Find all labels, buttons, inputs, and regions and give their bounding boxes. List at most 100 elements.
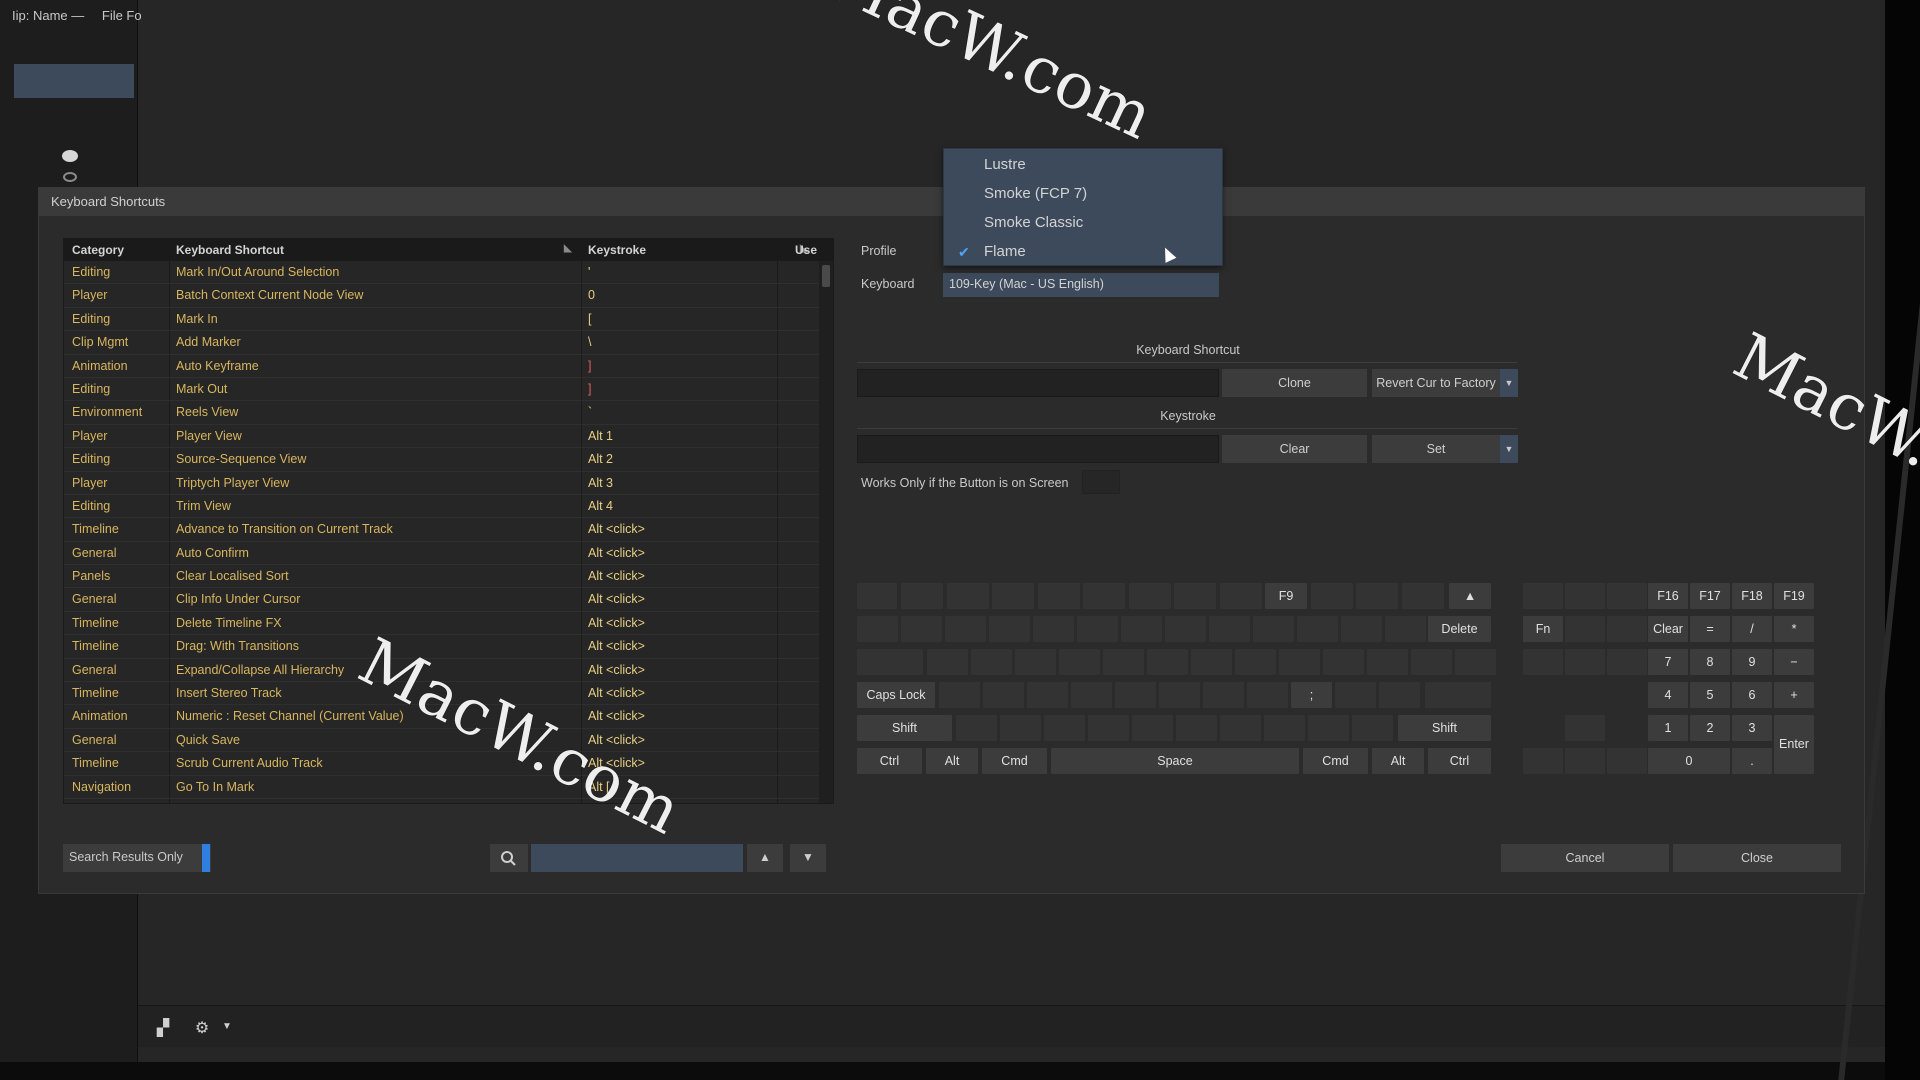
profile-option-smoke-classic[interactable]: Smoke Classic (984, 214, 1083, 231)
key-f10[interactable] (1310, 583, 1353, 609)
keyboard-key[interactable] (1323, 649, 1364, 675)
key-arrow[interactable] (1565, 748, 1605, 774)
keyboard-key[interactable] (1159, 682, 1200, 708)
search-previous-button[interactable]: ▲ (747, 844, 783, 872)
shortcut-field[interactable] (857, 369, 1219, 397)
key-numpad[interactable]: − (1774, 649, 1814, 675)
keyboard-key[interactable] (901, 616, 942, 642)
key-cmd-right[interactable]: Cmd (1303, 748, 1368, 774)
keyboard-key[interactable] (1191, 649, 1232, 675)
key-arrow[interactable] (1607, 748, 1647, 774)
clear-button[interactable]: Clear (1222, 435, 1367, 463)
set-dropdown[interactable]: ▼ (1500, 435, 1518, 463)
key-numpad[interactable]: 4 (1648, 682, 1688, 708)
table-row[interactable]: Timeline Delete Timeline FX Alt <click> (64, 612, 821, 636)
key-numpad[interactable]: + (1774, 682, 1814, 708)
key-shift-right[interactable]: Shift (1398, 715, 1491, 741)
keyboard-key[interactable] (1341, 616, 1382, 642)
key-f4[interactable] (1037, 583, 1080, 609)
revert-dropdown[interactable]: ▼ (1500, 369, 1518, 397)
keyboard-key[interactable] (1044, 715, 1085, 741)
keyboard-key[interactable] (1367, 649, 1408, 675)
key-f13[interactable] (1523, 583, 1563, 609)
key-f7[interactable] (1174, 583, 1216, 609)
key-numpad[interactable]: 5 (1690, 682, 1730, 708)
key-arrow[interactable] (1523, 748, 1563, 774)
key-numpad[interactable]: / (1732, 616, 1772, 642)
search-next-button[interactable]: ▼ (790, 844, 826, 872)
keyboard-key[interactable] (1132, 715, 1173, 741)
close-button[interactable]: Close (1673, 844, 1841, 872)
keyboard-key[interactable] (1264, 715, 1305, 741)
set-button[interactable]: Set (1372, 435, 1500, 463)
clip-thumbnail[interactable] (14, 64, 134, 98)
key-f12[interactable] (1401, 583, 1444, 609)
key-numpad[interactable]: 7 (1648, 649, 1688, 675)
key-f17[interactable]: F17 (1690, 583, 1730, 609)
keyboard-key[interactable] (1071, 682, 1112, 708)
profile-dropdown-menu[interactable]: Lustre Smoke (FCP 7) Smoke Classic ✔ Fla… (943, 148, 1223, 266)
column-header-use[interactable]: Use (795, 243, 817, 257)
column-header-shortcut[interactable]: Keyboard Shortcut (176, 243, 284, 257)
keyboard-key[interactable] (1379, 682, 1420, 708)
keyboard-key[interactable] (927, 649, 968, 675)
table-row[interactable]: Editing Trim View Alt 4 (64, 495, 821, 519)
key-f6[interactable] (1128, 583, 1171, 609)
revert-button[interactable]: Revert Cur to Factory (1372, 369, 1500, 397)
keyboard-key[interactable] (1253, 616, 1294, 642)
eye-icon[interactable] (62, 150, 78, 162)
key-shift-left[interactable]: Shift (857, 715, 952, 741)
search-button[interactable] (490, 844, 528, 872)
key-f19[interactable]: F19 (1774, 583, 1814, 609)
key-f3[interactable] (992, 583, 1034, 609)
key-f8[interactable] (1219, 583, 1262, 609)
table-row[interactable]: Editing Source-Sequence View Alt 2 (64, 448, 821, 472)
keyboard-key[interactable] (956, 715, 997, 741)
key-alt-right[interactable]: Alt (1372, 748, 1424, 774)
key-numpad[interactable]: 8 (1690, 649, 1730, 675)
keyboard-key[interactable] (1121, 616, 1162, 642)
keyboard-key[interactable] (1103, 649, 1144, 675)
cancel-button[interactable]: Cancel (1501, 844, 1669, 872)
keyboard-key[interactable] (945, 616, 986, 642)
gear-icon[interactable]: ⚙ (191, 1018, 213, 1037)
keyboard-key[interactable] (983, 682, 1024, 708)
scrollbar-thumb[interactable] (822, 265, 830, 287)
column-header-category[interactable]: Category (72, 243, 124, 257)
chevron-down-icon[interactable]: ▼ (216, 1021, 238, 1039)
key-numpad[interactable]: * (1774, 616, 1814, 642)
key-numpad[interactable]: 1 (1648, 715, 1688, 741)
search-results-only-toggle[interactable]: Search Results Only (63, 844, 211, 872)
key-ctrl-left[interactable]: Ctrl (857, 748, 922, 774)
key-tab[interactable] (857, 649, 923, 675)
keyboard-key[interactable] (1308, 715, 1349, 741)
key-numpad-dot[interactable]: . (1732, 748, 1772, 774)
keyboard-key[interactable] (1352, 715, 1393, 741)
keyboard-key[interactable] (989, 616, 1030, 642)
table-row[interactable]: Player Player View Alt 1 (64, 425, 821, 449)
profile-option-lustre[interactable]: Lustre (984, 156, 1026, 173)
table-row[interactable]: General Clip Info Under Cursor Alt <click> (64, 588, 821, 612)
keyboard-key[interactable] (1209, 616, 1250, 642)
table-row[interactable]: Animation Auto Keyframe] (64, 355, 821, 378)
keyboard-key[interactable] (1235, 649, 1276, 675)
key-caps-lock[interactable]: Caps Lock (857, 682, 935, 708)
key-numpad[interactable]: 6 (1732, 682, 1772, 708)
key-numpad[interactable]: 2 (1690, 715, 1730, 741)
keyboard-key[interactable]: ; (1291, 682, 1332, 708)
keyboard-key[interactable] (1077, 616, 1118, 642)
key-f1[interactable] (901, 583, 943, 609)
keyboard-key[interactable] (1411, 649, 1452, 675)
table-row[interactable]: Panels Clear Localised Sort Alt <click> (64, 565, 821, 589)
table-scrollbar[interactable] (819, 261, 833, 803)
keyboard-key[interactable] (1176, 715, 1217, 741)
keyboard-key[interactable] (1455, 649, 1496, 675)
key-f5[interactable] (1083, 583, 1125, 609)
key-delete[interactable]: Delete (1428, 616, 1491, 642)
key-numpad[interactable]: = (1690, 616, 1730, 642)
table-row[interactable]: Timeline Scrub Current Audio Track Alt <cl… (64, 752, 821, 776)
key-enter[interactable]: Enter (1774, 715, 1814, 774)
toggle-indicator[interactable] (202, 844, 210, 872)
keyboard-key[interactable] (939, 682, 980, 708)
column-header-keystroke[interactable]: Keystroke (588, 243, 646, 257)
